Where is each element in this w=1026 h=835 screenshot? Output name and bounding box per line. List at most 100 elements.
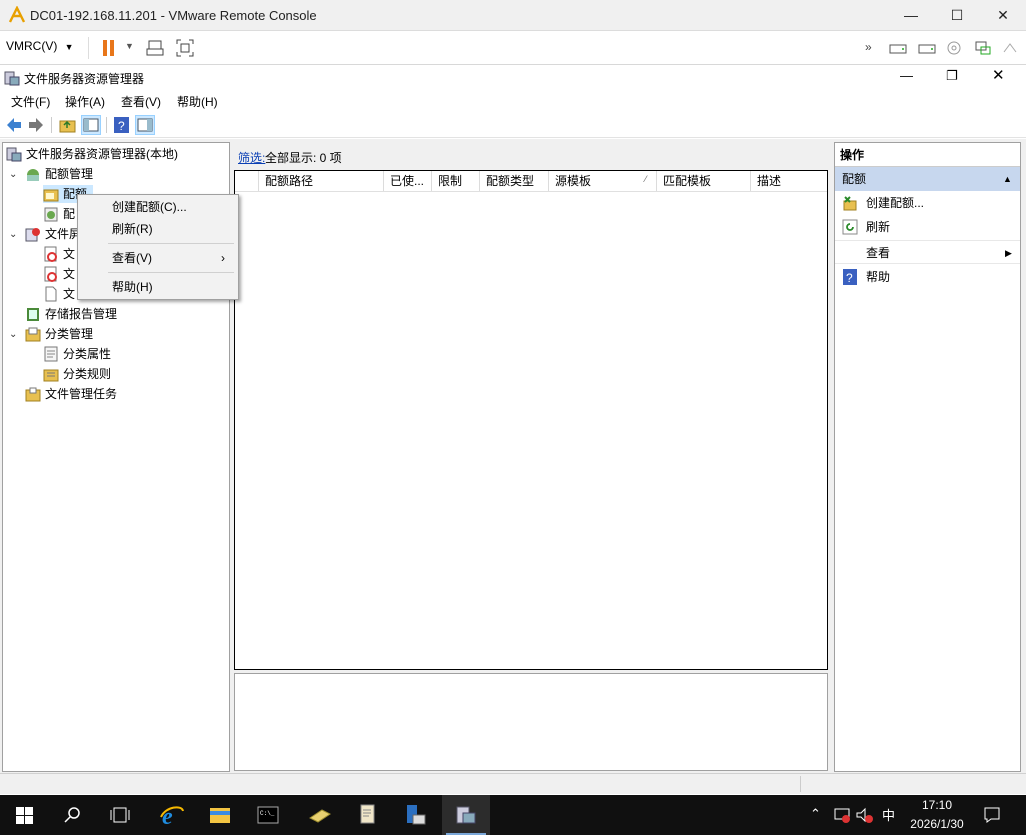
windows-logo-icon [16,807,33,824]
context-view[interactable]: 查看(V) › [79,247,237,269]
taskbar: e C:\_ ⌃ 中 17:10 2026/1/30 [0,795,1026,835]
help-icon: ? [843,269,857,285]
file-screen-template-icon [44,266,57,282]
task-view-button[interactable] [96,795,144,835]
vmrc-title-bar: DC01-192.168.11.201 - VMware Remote Cons… [0,0,1026,31]
network-device-icon[interactable] [917,40,937,56]
usb-device-icon[interactable] [974,40,992,56]
column-header-icon[interactable] [235,171,259,191]
up-folder-icon[interactable] [59,116,77,134]
network-icon[interactable] [833,807,851,823]
mmc-minimize-button[interactable]: — [900,68,913,83]
column-header-source-template[interactable]: 源模板 [549,171,657,191]
file-screen-icon [44,246,57,262]
mmc-restore-button[interactable]: ❐ [946,68,958,84]
menu-help[interactable]: 帮助(H) [177,93,218,110]
column-header-matching-template[interactable]: 匹配模板 [657,171,751,191]
column-header-limit[interactable]: 限制 [432,171,480,191]
chevron-down-icon[interactable]: ⌄ [9,169,17,180]
pause-button[interactable] [102,39,116,60]
cd-rom-icon[interactable] [946,40,962,56]
chevron-down-icon[interactable]: ⌄ [9,229,17,240]
vmrc-window-title: DC01-192.168.11.201 - VMware Remote Cons… [30,8,317,23]
status-bar [0,773,1026,794]
taskbar-file-server-resource-manager[interactable] [442,795,490,835]
tree-classification-properties-label: 分类属性 [63,347,112,361]
show-hide-console-tree-icon[interactable] [81,115,101,135]
clock-date: 2026/1/30 [910,817,964,831]
actions-pane: 操作 配额 ▲ 创建配额... 刷新 查看 ▶ ? 帮助 [834,142,1021,772]
mmc-menubar: 文件(F) 操作(A) 查看(V) 帮助(H) [0,90,1026,112]
removable-device-icon[interactable] [888,40,908,56]
notifications-icon[interactable] [983,806,1001,824]
volume-icon[interactable] [856,807,874,823]
quota-list[interactable]: 配额路径 已使... 限制 配额类型 源模板 ⁄ 匹配模板 描述 [234,170,828,670]
actions-section-quota[interactable]: 配额 ▲ [835,167,1020,191]
search-button[interactable] [48,795,96,835]
vmrc-menu-button[interactable]: VMRC(V) ▼ [6,39,74,53]
column-header-path[interactable]: 配额路径 [259,171,384,191]
quota-template-icon [44,207,58,222]
action-refresh-label: 刷新 [866,220,891,234]
menu-action[interactable]: 操作(A) [65,93,105,110]
maximize-button[interactable]: ☐ [934,0,980,31]
action-create-quota[interactable]: 创建配额... [835,191,1020,215]
filter-summary: 全部显示: 0 项 [265,151,342,165]
tool-icon [309,809,331,823]
start-button[interactable] [0,795,48,835]
context-refresh[interactable]: 刷新(R) [79,218,237,240]
toolbar-divider [106,117,107,133]
mmc-window-title: 文件服务器资源管理器 [24,72,145,86]
action-help[interactable]: ? 帮助 [835,265,1020,289]
show-hidden-icons-icon[interactable]: ⌃ [810,806,821,822]
clock-time: 17:10 [921,798,953,812]
action-refresh[interactable]: 刷新 [835,215,1020,239]
taskbar-file-explorer[interactable] [196,795,244,835]
vmware-logo-icon [8,6,26,23]
classification-rules-icon [43,369,59,382]
menu-view[interactable]: 查看(V) [121,93,161,110]
clock[interactable]: 17:10 2026/1/30 [900,796,974,834]
internet-explorer-icon: e [160,804,184,827]
context-create-quota[interactable]: 创建配额(C)... [79,196,237,218]
context-help[interactable]: 帮助(H) [79,276,237,298]
taskbar-server-manager-tool[interactable] [296,795,344,835]
column-header-used[interactable]: 已使... [384,171,432,191]
svg-text:?: ? [846,271,853,285]
column-header-quota-type[interactable]: 配额类型 [480,171,549,191]
sound-device-icon[interactable] [1002,40,1018,56]
column-header-description[interactable]: 描述 [751,171,827,191]
file-screen-management-icon [25,228,40,242]
chevron-down-icon[interactable]: ⌄ [9,329,17,340]
filter-link[interactable]: 筛选: [238,149,265,166]
taskbar-command-prompt[interactable]: C:\_ [244,795,292,835]
mmc-toolbar: ? [0,112,1026,138]
create-quota-icon [843,196,857,211]
back-arrow-icon[interactable] [5,116,23,134]
fullscreen-icon[interactable] [176,39,194,57]
more-icon[interactable]: » [865,40,872,54]
power-dropdown-icon[interactable]: ▼ [125,41,134,51]
taskbar-ie[interactable]: e [148,795,196,835]
help-icon[interactable]: ? [113,116,131,134]
action-view[interactable]: 查看 ▶ [835,240,1020,264]
storage-reports-icon [27,308,39,321]
menu-file[interactable]: 文件(F) [11,93,50,110]
action-help-label: 帮助 [866,270,891,284]
ime-indicator[interactable]: 中 [882,805,895,824]
show-hide-action-pane-icon[interactable] [135,115,155,135]
close-button[interactable]: ✕ [980,0,1026,31]
forward-arrow-icon[interactable] [27,116,45,134]
send-ctrl-alt-del-icon[interactable] [146,39,164,57]
classification-icon [25,327,41,342]
mmc-close-button[interactable]: ✕ [992,66,1005,84]
taskbar-document-tool[interactable] [344,795,392,835]
tree-file-groups-label: 文 [63,287,76,301]
classification-properties-icon [44,346,58,362]
minimize-button[interactable]: — [888,0,934,31]
server-icon [407,805,426,825]
tree-file-screen-management-label: 文件屏 [45,227,82,241]
tree-root-label: 文件服务器资源管理器(本地) [26,147,178,161]
minimize-icon: — [904,7,918,23]
taskbar-server-tool[interactable] [392,795,440,835]
